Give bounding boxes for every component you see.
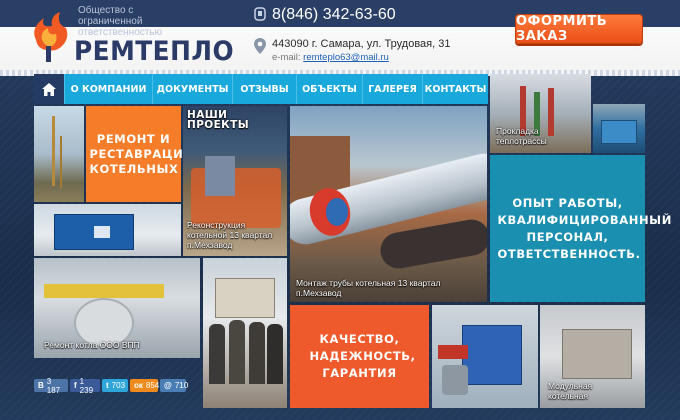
boiler-caption: Ремонт котла ООО ВПП xyxy=(44,340,140,350)
nav-item-contacts[interactable]: КОНТАКТЫ xyxy=(422,74,488,104)
nav-home[interactable] xyxy=(34,74,64,104)
location-pin-icon xyxy=(254,38,266,54)
nav-item-reviews[interactable]: ОТЗЫВЫ xyxy=(232,74,296,104)
odnoklassniki-count: 854 xyxy=(145,381,160,390)
site-logo[interactable]: РЕМТЕПЛО xyxy=(74,36,234,67)
our-projects-heading: НАШИ ПРОЕКТЫ xyxy=(187,109,250,131)
nav-item-about[interactable]: О КОМПАНИИ xyxy=(64,74,152,104)
site-header: Общество с ограниченной ответственностью… xyxy=(0,0,680,76)
twitter-count: 703 xyxy=(111,381,126,390)
address: 443090 г. Самара, ул. Трудовая, 31 xyxy=(272,38,451,50)
share-twitter-button[interactable]: t 703 xyxy=(102,379,128,392)
photo-pipe-installation[interactable]: Монтаж трубы котельная 13 квартал п.Мехз… xyxy=(290,106,487,302)
promo-repair-tile[interactable]: РЕМОНТ И РЕСТАВРАЦИЯ КОТЕЛЬНЫХ xyxy=(86,106,193,202)
phone-number[interactable]: 8(846) 342-63-60 xyxy=(272,6,396,24)
email-link[interactable]: remteplo63@mail.ru xyxy=(303,52,389,63)
nav-item-objects[interactable]: ОБЪЕКТЫ xyxy=(296,74,362,104)
photo-reconstruction[interactable]: НАШИ ПРОЕКТЫ Реконструкция котельной 13 … xyxy=(183,106,287,256)
photo-heating-main[interactable]: Прокладка теплотрассы xyxy=(490,74,591,153)
share-odnoklassniki-button[interactable]: ок 854 xyxy=(130,379,160,392)
order-button[interactable]: ОФОРМИТЬ ЗАКАЗ xyxy=(515,14,643,44)
photo-equipment[interactable] xyxy=(593,104,645,153)
mailru-count: 710 xyxy=(174,381,189,390)
vk-icon: В xyxy=(38,381,44,390)
photo-modular-cabin[interactable] xyxy=(34,204,181,256)
facebook-count: 1 239 xyxy=(79,376,94,395)
promo-quality-tile[interactable]: КАЧЕСТВО, НАДЕЖНОСТЬ, ГАРАНТИЯ xyxy=(290,305,429,408)
photo-workers[interactable] xyxy=(203,258,287,408)
email-row: e-mail: remteplo63@mail.ru xyxy=(272,52,389,63)
heating-caption: Прокладка теплотрассы xyxy=(496,126,547,146)
facebook-icon: f xyxy=(74,381,77,390)
main-nav: О КОМПАНИИ ДОКУМЕНТЫ ОТЗЫВЫ ОБЪЕКТЫ ГАЛЕ… xyxy=(34,74,488,104)
share-facebook-button[interactable]: f 1 239 xyxy=(70,376,100,395)
phone-icon xyxy=(254,7,266,21)
home-icon xyxy=(42,82,56,96)
email-label: e-mail: xyxy=(272,52,301,63)
share-mailru-button[interactable]: @ 710 xyxy=(160,379,189,392)
photo-modular-boiler-room[interactable]: Модульная котельная xyxy=(540,305,645,408)
share-vk-button[interactable]: В 3 187 xyxy=(34,376,68,395)
vk-count: 3 187 xyxy=(46,376,61,395)
company-legal-form: Общество с ограниченной ответственностью xyxy=(78,5,163,38)
pipe-caption: Монтаж трубы котельная 13 квартал п.Мехз… xyxy=(296,278,441,298)
nav-item-documents[interactable]: ДОКУМЕНТЫ xyxy=(152,74,232,104)
promo-experience-tile[interactable]: ОПЫТ РАБОТЫ, КВАЛИФИЦИРОВАННЫЙ ПЕРСОНАЛ,… xyxy=(490,155,672,302)
promo-experience-text: ОПЫТ РАБОТЫ, КВАЛИФИЦИРОВАННЫЙ ПЕРСОНАЛ,… xyxy=(497,195,672,261)
flame-logo-icon xyxy=(34,12,68,62)
photo-boiler-repair[interactable]: Ремонт котла ООО ВПП xyxy=(34,258,200,358)
promo-quality-text: КАЧЕСТВО, НАДЕЖНОСТЬ, ГАРАНТИЯ xyxy=(309,332,416,380)
nav-item-gallery[interactable]: ГАЛЕРЕЯ xyxy=(362,74,422,104)
photo-boiler-equipment[interactable] xyxy=(432,305,538,408)
twitter-icon: t xyxy=(106,381,109,390)
photo-drilling-rig[interactable] xyxy=(34,106,84,202)
promo-repair-text: РЕМОНТ И РЕСТАВРАЦИЯ КОТЕЛЬНЫХ xyxy=(89,131,193,176)
mailru-icon: @ xyxy=(164,381,172,390)
odnoklassniki-icon: ок xyxy=(134,381,143,390)
modular-caption: Модульная котельная xyxy=(548,381,593,401)
reconstruction-caption: Реконструкция котельной 13 квартал п.Мех… xyxy=(187,220,273,250)
